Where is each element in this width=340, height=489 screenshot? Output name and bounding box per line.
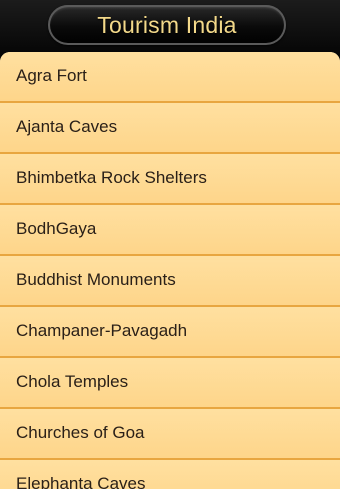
sites-list[interactable]: Agra Fort Ajanta Caves Bhimbetka Rock Sh…: [0, 52, 340, 489]
list-item-label: Bhimbetka Rock Shelters: [16, 168, 207, 187]
list-item-churches-of-goa[interactable]: Churches of Goa: [0, 409, 340, 460]
list-item-agra-fort[interactable]: Agra Fort: [0, 52, 340, 103]
list-item-label: Buddhist Monuments: [16, 270, 176, 289]
list-item-buddhist-monuments[interactable]: Buddhist Monuments: [0, 256, 340, 307]
list-item-label: Chola Temples: [16, 372, 129, 391]
list-item-label: Champaner-Pavagadh: [16, 321, 188, 340]
list-item-label: Agra Fort: [16, 66, 87, 85]
list-item-bhimbetka-rock-shelters[interactable]: Bhimbetka Rock Shelters: [0, 154, 340, 205]
list-item-label: Churches of Goa: [16, 423, 145, 442]
list-item-label: Elephanta Caves: [16, 474, 146, 489]
navigation-bar: Tourism India: [0, 0, 340, 54]
list-item-champaner-pavagadh[interactable]: Champaner-Pavagadh: [0, 307, 340, 358]
list-item-elephanta-caves[interactable]: Elephanta Caves: [0, 460, 340, 489]
app-screen: Tourism India Agra Fort Ajanta Caves Bhi…: [0, 0, 340, 489]
list-item-label: BodhGaya: [16, 219, 97, 238]
list-item-ajanta-caves[interactable]: Ajanta Caves: [0, 103, 340, 154]
title-badge: Tourism India: [48, 5, 286, 45]
page-title: Tourism India: [97, 11, 237, 38]
list-item-bodhgaya[interactable]: BodhGaya: [0, 205, 340, 256]
list-item-chola-temples[interactable]: Chola Temples: [0, 358, 340, 409]
list-item-label: Ajanta Caves: [16, 117, 118, 136]
